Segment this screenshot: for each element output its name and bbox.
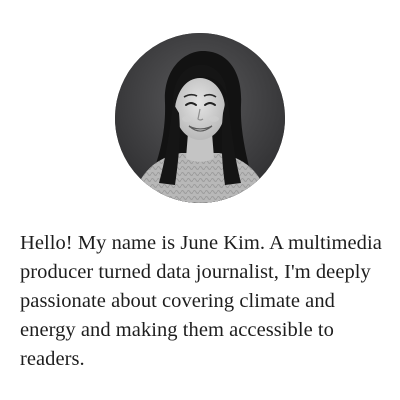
profile-page: Hello! My name is June Kim. A multimedia… — [0, 0, 400, 400]
profile-photo — [115, 33, 285, 203]
profile-photo-illustration — [115, 33, 285, 203]
bio-text: Hello! My name is June Kim. A multimedia… — [20, 232, 382, 370]
